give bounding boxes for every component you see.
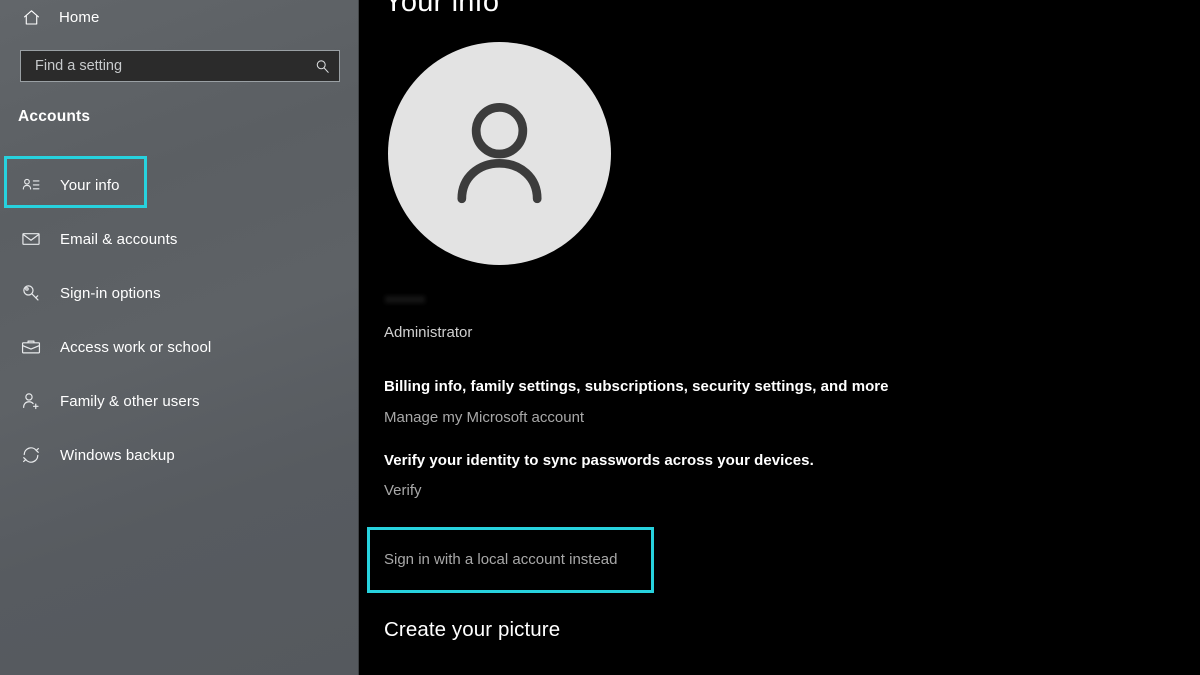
create-your-picture-heading: Create your picture (384, 618, 561, 641)
briefcase-icon (18, 334, 44, 360)
page-title: Your info (384, 0, 500, 18)
sidebar-item-access-work-or-school[interactable]: Access work or school (0, 320, 359, 374)
sidebar-item-label: Family & other users (60, 392, 200, 410)
sidebar-item-label: Your info (60, 176, 120, 194)
sidebar-item-windows-backup[interactable]: Windows backup (0, 428, 359, 482)
account-name-redacted (385, 296, 425, 303)
search-input[interactable] (21, 58, 305, 74)
sidebar-item-email-accounts[interactable]: Email & accounts (0, 212, 359, 266)
envelope-icon (18, 226, 44, 252)
home-nav-button[interactable]: Home (18, 0, 99, 34)
sign-in-local-account-link[interactable]: Sign in with a local account instead (384, 551, 617, 568)
home-label: Home (59, 8, 100, 26)
search-icon[interactable] (305, 58, 339, 75)
sidebar-item-label: Email & accounts (60, 230, 178, 248)
sidebar-section-title: Accounts (18, 108, 91, 125)
sidebar-nav-list: Your info Email & accounts Sign-in optio… (0, 158, 359, 482)
settings-sidebar: Home Accounts (0, 0, 359, 675)
contact-card-icon (18, 172, 44, 198)
settings-window: Home Accounts (0, 0, 1200, 675)
home-icon (18, 4, 44, 30)
search-setting-box[interactable] (20, 50, 340, 82)
sidebar-item-sign-in-options[interactable]: Sign-in options (0, 266, 359, 320)
key-icon (18, 280, 44, 306)
sync-icon (18, 442, 44, 468)
sidebar-item-label: Sign-in options (60, 284, 161, 302)
verify-link[interactable]: Verify (384, 482, 422, 499)
account-role-label: Administrator (384, 324, 473, 341)
sidebar-item-family-other-users[interactable]: Family & other users (0, 374, 359, 428)
verify-identity-text: Verify your identity to sync passwords a… (384, 452, 814, 469)
avatar (388, 42, 611, 265)
sidebar-item-label: Windows backup (60, 446, 175, 464)
sidebar-item-label: Access work or school (60, 338, 212, 356)
sidebar-item-your-info[interactable]: Your info (0, 158, 359, 212)
billing-info-text: Billing info, family settings, subscript… (384, 378, 889, 395)
settings-main-content: Your info Administrator Billing info, fa… (359, 0, 1200, 675)
person-add-icon (18, 388, 44, 414)
person-avatar-icon (432, 84, 567, 224)
manage-microsoft-account-link[interactable]: Manage my Microsoft account (384, 409, 584, 426)
